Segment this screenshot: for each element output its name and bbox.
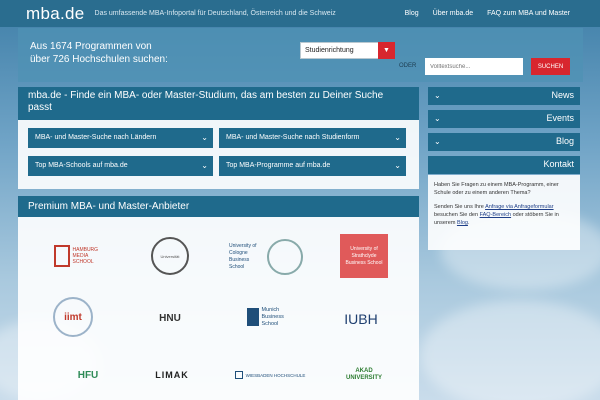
- logo-text: IUBH: [344, 311, 378, 327]
- logo-text: Munich Business School: [261, 306, 284, 327]
- dropdown-label: MBA- und Master-Suche nach Studienform: [226, 134, 360, 141]
- fulltext-search-input[interactable]: [425, 58, 523, 75]
- site-logo[interactable]: mba.de: [26, 4, 85, 24]
- logo-wiesbaden[interactable]: WIESBADEN HOCHSCHULE: [230, 366, 310, 384]
- chevron-down-icon: ⌄: [394, 161, 401, 170]
- kontakt-title: Kontakt: [543, 159, 574, 169]
- logo-hnu[interactable]: HNU: [130, 304, 210, 332]
- logo-limak[interactable]: LIMAK: [130, 364, 214, 386]
- nav-link-about[interactable]: Über mba.de: [433, 10, 473, 17]
- dropdown-top-schools[interactable]: Top MBA-Schools auf mba.de ⌄: [28, 156, 213, 176]
- top-navigation-bar: mba.de Das umfassende MBA-Infoportal für…: [0, 0, 600, 27]
- search-intro-line2: über 726 Hochschulen suchen:: [30, 54, 168, 65]
- logo-hfu[interactable]: HFU: [48, 362, 128, 388]
- link-faq[interactable]: FAQ-Bereich: [480, 212, 511, 218]
- select-value: Studienrichtung: [305, 47, 354, 54]
- logo-text: LIMAK: [155, 370, 189, 380]
- top-nav: Blog Über mba.de FAQ zum MBA und Master: [405, 0, 600, 27]
- logo-text: University of Strathclyde Business Schoo…: [345, 245, 383, 266]
- logo-text: WIESBADEN HOCHSCHULE: [245, 372, 306, 378]
- nav-link-faq[interactable]: FAQ zum MBA und Master: [487, 10, 570, 17]
- chevron-down-icon: ⌄: [434, 114, 441, 123]
- dropdown-top-programs[interactable]: Top MBA-Programme auf mba.de ⌄: [219, 156, 406, 176]
- search-panel: Aus 1674 Programmen von über 726 Hochsch…: [18, 28, 583, 82]
- logo-iubh[interactable]: IUBH: [330, 294, 392, 344]
- study-field-select[interactable]: Studienrichtung ▼: [300, 42, 395, 59]
- sidebar-item-blog[interactable]: ⌄ Blog: [428, 133, 580, 151]
- logo-text: University of Cologne Business School: [229, 243, 257, 270]
- kontakt-text: Senden Sie uns Ihre Anfrage via Anfragef…: [434, 203, 574, 227]
- chevron-down-icon: ⌄: [394, 133, 401, 142]
- logo-akad[interactable]: AKAD UNIVERSITY: [340, 360, 388, 390]
- kontakt-text-part: .: [467, 220, 470, 226]
- logo-university-of-cologne[interactable]: University of Cologne Business School: [228, 236, 304, 278]
- logo-text: HFU: [77, 369, 99, 381]
- dropdown-label: Top MBA-Programme auf mba.de: [226, 162, 331, 169]
- logo-text: HAMBURG MEDIA SCHOOL: [72, 247, 99, 265]
- sky-cloud: [420, 300, 600, 400]
- logo-text: Universität: [160, 253, 180, 259]
- sidebar-item-label: Blog: [555, 136, 574, 146]
- chevron-down-icon: ⌄: [201, 133, 208, 142]
- search-intro: Aus 1674 Programmen von über 726 Hochsch…: [30, 40, 168, 66]
- or-label: ODER: [399, 63, 417, 69]
- search-button[interactable]: SUCHEN: [531, 58, 570, 75]
- logo-text: iimt: [64, 311, 82, 323]
- link-inquiry-form[interactable]: Anfrage via Anfrageformular: [485, 204, 553, 210]
- logo-hamburg-media-school[interactable]: HAMBURG MEDIA SCHOOL: [48, 236, 108, 276]
- site-tagline: Das umfassende MBA-Infoportal für Deutsc…: [94, 10, 336, 17]
- logo-strathclyde[interactable]: University of Strathclyde Business Schoo…: [340, 234, 388, 278]
- dropdown-label: MBA- und Master-Suche nach Ländern: [35, 134, 157, 141]
- chevron-down-icon: ⌄: [201, 161, 208, 170]
- search-intro-line1: Aus 1674 Programmen von: [30, 41, 152, 52]
- sidebar-kontakt-header: Kontakt: [428, 156, 580, 174]
- sidebar-item-events[interactable]: ⌄ Events: [428, 110, 580, 128]
- sidebar-item-label: News: [551, 90, 574, 100]
- logo-text: AKAD UNIVERSITY: [345, 368, 382, 381]
- kontakt-body: Haben Sie Fragen zu einem MBA-Programm, …: [428, 175, 580, 250]
- dropdown-label: Top MBA-Schools auf mba.de: [35, 162, 128, 169]
- dropdown-study-form[interactable]: MBA- und Master-Suche nach Studienform ⌄: [219, 128, 406, 148]
- providers-title: Premium MBA- und Master-Anbieter: [18, 196, 419, 217]
- logo-university-seal[interactable]: Universität: [146, 234, 194, 278]
- kontakt-text-part: Senden Sie uns Ihre: [434, 204, 484, 210]
- logo-iimt[interactable]: iimt: [48, 296, 98, 338]
- link-blog[interactable]: Blog: [457, 220, 468, 226]
- kontakt-question: Haben Sie Fragen zu einem MBA-Programm, …: [434, 182, 559, 196]
- chevron-down-icon[interactable]: ▼: [378, 42, 395, 59]
- main-panel-title: mba.de - Finde ein MBA- oder Master-Stud…: [18, 87, 419, 120]
- logo-munich-business-school[interactable]: Munich Business School: [242, 300, 302, 334]
- premium-providers-panel: Premium MBA- und Master-Anbieter HAMBURG…: [18, 196, 419, 400]
- chevron-down-icon: ⌄: [434, 91, 441, 100]
- main-finder-panel: mba.de - Finde ein MBA- oder Master-Stud…: [18, 87, 419, 189]
- nav-link-blog[interactable]: Blog: [405, 10, 419, 17]
- chevron-down-icon: ⌄: [434, 137, 441, 146]
- logo-text: HNU: [159, 312, 181, 324]
- kontakt-text-part: besuchen Sie den: [434, 212, 479, 218]
- sidebar-item-news[interactable]: ⌄ News: [428, 87, 580, 105]
- dropdown-countries[interactable]: MBA- und Master-Suche nach Ländern ⌄: [28, 128, 213, 148]
- sidebar-item-label: Events: [546, 113, 574, 123]
